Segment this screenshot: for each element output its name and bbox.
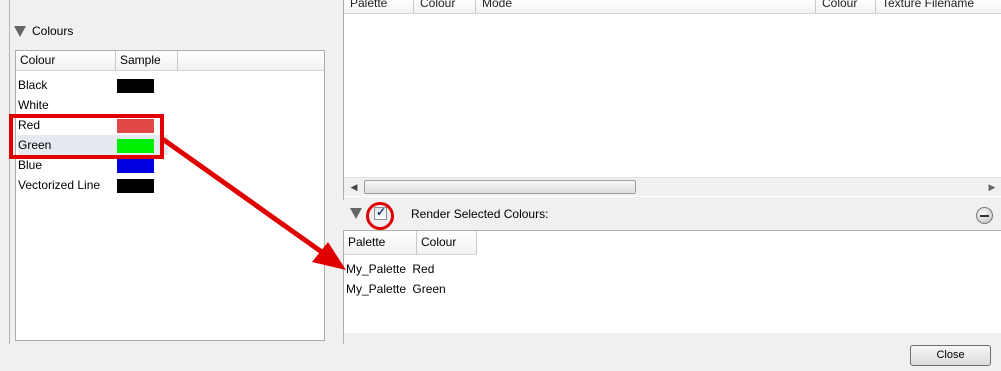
colour-swatch <box>117 159 154 173</box>
palette-name: My_Palette <box>346 282 407 296</box>
colour-name: Black <box>18 78 48 92</box>
column-header-filler <box>178 51 324 71</box>
horizontal-scrollbar[interactable]: ◀ ▶ <box>344 177 1001 196</box>
colours-panel-header[interactable]: Colours <box>14 20 73 42</box>
minus-icon <box>980 215 989 217</box>
scroll-right-arrow-icon[interactable]: ▶ <box>986 181 998 193</box>
annotation-highlight-box <box>9 114 164 159</box>
collapse-triangle-icon[interactable] <box>350 208 362 219</box>
colour-name: White <box>18 98 49 112</box>
column-header-sample[interactable]: Sample <box>116 51 178 71</box>
remove-button[interactable] <box>976 207 993 224</box>
column-header-colour[interactable]: Colour <box>414 0 476 13</box>
list-item[interactable]: My_Palette Green <box>346 279 446 299</box>
list-item[interactable]: My_Palette Red <box>346 259 434 279</box>
column-header-texture-filename[interactable]: Texture Filename <box>876 0 1001 13</box>
close-button[interactable]: Close <box>910 345 991 366</box>
scrollbar-thumb[interactable] <box>364 180 636 194</box>
layers-table-header: Palette Colour Mode Colour Texture Filen… <box>344 0 1001 14</box>
colour-swatch <box>117 179 154 193</box>
list-item[interactable]: Black <box>18 75 47 95</box>
collapse-triangle-icon[interactable] <box>14 25 26 37</box>
annotation-circle <box>366 202 394 230</box>
colour-swatch <box>117 79 154 93</box>
list-item[interactable]: Vectorized Line <box>18 175 100 195</box>
column-header-colour[interactable]: Colour <box>16 51 116 71</box>
colours-list[interactable]: Colour Sample Black White Red Green Blue… <box>15 50 325 341</box>
render-selected-colours-label: Render Selected Colours: <box>411 207 549 221</box>
column-header-mode[interactable]: Mode <box>476 0 816 13</box>
selected-colours-list[interactable]: Palette Colour My_Palette Red My_Palette… <box>343 230 1001 333</box>
colour-name: Vectorized Line <box>18 178 101 192</box>
list-item[interactable]: White <box>18 95 49 115</box>
column-header-colour[interactable]: Colour <box>417 231 477 255</box>
column-header-palette[interactable]: Palette <box>344 0 414 13</box>
colour-name: Green <box>412 282 446 296</box>
column-header-colour-2[interactable]: Colour <box>816 0 876 13</box>
layers-table[interactable]: Palette Colour Mode Colour Texture Filen… <box>343 0 1001 197</box>
palette-name: My_Palette <box>346 262 407 276</box>
render-selected-colours-bar: ✓ Render Selected Colours: <box>343 200 1001 230</box>
colour-name: Blue <box>18 158 43 172</box>
colour-name: Red <box>412 262 435 276</box>
column-header-palette[interactable]: Palette <box>344 231 417 255</box>
colours-panel-title: Colours <box>32 24 74 38</box>
scroll-left-arrow-icon[interactable]: ◀ <box>348 181 360 193</box>
